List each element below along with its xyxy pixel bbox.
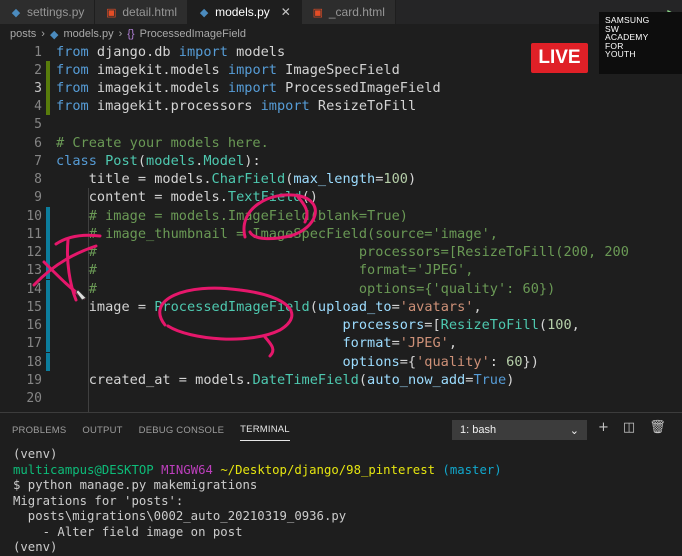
code-line: 6 # Create your models here.	[0, 134, 682, 152]
line-number: 17	[26, 335, 42, 351]
git-modified-marker	[46, 280, 50, 298]
code-line: 15 image = ProcessedImageField(upload_to…	[0, 298, 682, 316]
code-line: 8 title = models.CharField(max_length=10…	[0, 170, 682, 188]
git-modified-marker	[46, 334, 50, 352]
python-file-icon: ◆	[49, 28, 59, 41]
chevron-right-icon: ›	[41, 28, 45, 40]
line-number: 16	[26, 317, 42, 333]
code-line: 5	[0, 115, 682, 133]
add-icon[interactable]: +	[598, 420, 609, 435]
tab-label: _card.html	[328, 5, 385, 19]
html-file-icon: ▣	[106, 6, 117, 19]
breadcrumb: posts › ◆ models.py › {} ProcessedImageF…	[0, 24, 682, 44]
line-number: 9	[34, 189, 42, 205]
line-number: 7	[34, 153, 42, 169]
code-line: 19 created_at = models.DateTimeField(aut…	[0, 371, 682, 389]
code-line: 13 # format='JPEG',	[0, 261, 682, 279]
git-added-marker	[46, 97, 50, 115]
code-line: 11 # image_thumbnail = ImageSpecField(so…	[0, 225, 682, 243]
code-line: 12 # processors=[ResizeToFill(200, 200	[0, 243, 682, 261]
live-badge: LIVE	[531, 43, 588, 73]
panel-tabs: PROBLEMS OUTPUT DEBUG CONSOLE TERMINAL	[0, 419, 290, 441]
code-line: 7 class Post(models.Model):	[0, 152, 682, 170]
line-number: 8	[34, 171, 42, 187]
line-number: 6	[34, 135, 42, 151]
git-added-marker	[46, 79, 50, 97]
line-number: 2	[34, 62, 42, 78]
git-modified-marker	[46, 298, 50, 316]
chevron-right-icon: ›	[118, 28, 123, 40]
tab-models-py[interactable]: ◆ models.py ✕	[188, 0, 302, 24]
chevron-down-icon: ⌄	[569, 424, 579, 437]
tab-terminal[interactable]: TERMINAL	[240, 419, 290, 441]
terminal-output[interactable]: (venv) multicampus@DESKTOP MINGW64 ~/Des…	[13, 447, 502, 556]
line-number: 13	[26, 262, 42, 278]
code-line: 18 options={'quality': 60})	[0, 353, 682, 371]
code-editor[interactable]: 1 from django.db import models 2 from imag…	[0, 42, 682, 412]
code-line: 16 processors=[ResizeToFill(100,	[0, 316, 682, 334]
trash-icon[interactable]: 🗑	[649, 420, 666, 435]
split-icon[interactable]: ◫	[623, 420, 635, 435]
git-modified-marker	[46, 353, 50, 371]
tab-debug-console[interactable]: DEBUG CONSOLE	[139, 419, 224, 441]
line-number: 10	[26, 208, 42, 224]
line-number: 4	[34, 98, 42, 114]
line-number: 14	[26, 281, 42, 297]
git-modified-marker	[46, 225, 50, 243]
code-line: 17 format='JPEG',	[0, 334, 682, 352]
symbol-icon: {}	[127, 28, 135, 40]
python-file-icon: ◆	[199, 6, 209, 19]
code-line: 10 # image = models.ImageField(blank=Tru…	[0, 207, 682, 225]
git-modified-marker	[46, 207, 50, 225]
tab-label: models.py	[215, 5, 270, 19]
bottom-panel: PROBLEMS OUTPUT DEBUG CONSOLE TERMINAL 1…	[0, 412, 682, 554]
git-added-marker	[46, 61, 50, 79]
close-icon[interactable]: ✕	[281, 5, 291, 19]
git-modified-marker	[46, 316, 50, 334]
tab-output[interactable]: OUTPUT	[82, 419, 122, 441]
line-number: 15	[26, 299, 42, 315]
line-number: 20	[26, 390, 42, 406]
python-file-icon: ◆	[11, 6, 21, 19]
html-file-icon: ▣	[312, 6, 324, 19]
code-line: 4 from imagekit.processors import ResizeT…	[0, 97, 682, 115]
panel-actions: + ◫ 🗑	[598, 420, 666, 435]
tab-problems[interactable]: PROBLEMS	[12, 419, 66, 441]
code-line: 14 # options={'quality': 60})	[0, 280, 682, 298]
tab-settings-py[interactable]: ◆ settings.py	[0, 0, 96, 24]
breadcrumb-symbol[interactable]: ProcessedImageField	[140, 28, 246, 40]
tab-card-html[interactable]: ▣ _card.html	[301, 0, 396, 24]
code-line: 9 content = models.TextField()	[0, 188, 682, 206]
tab-detail-html[interactable]: ▣ detail.html	[95, 0, 189, 24]
line-number: 5	[34, 116, 42, 132]
breadcrumb-folder[interactable]: posts	[10, 28, 36, 40]
line-number: 3	[34, 80, 42, 96]
git-modified-marker	[46, 243, 50, 261]
tab-label: detail.html	[122, 5, 178, 19]
code-line: 3 from imagekit.models import ProcessedIm…	[0, 79, 682, 97]
git-modified-marker	[46, 261, 50, 279]
line-number: 11	[26, 226, 42, 242]
editor-tab-bar: ◆ settings.py ▣ detail.html ◆ models.py …	[0, 0, 682, 24]
line-number: 12	[26, 244, 42, 260]
line-number: 18	[26, 354, 42, 370]
line-number: 19	[26, 372, 42, 388]
brand-logo: SAMSUNG SW ACADEMY FOR YOUTH	[599, 12, 682, 74]
line-number: 1	[34, 44, 42, 60]
tab-label: settings.py	[27, 5, 85, 19]
terminal-select[interactable]: 1: bash ⌄	[452, 420, 587, 440]
breadcrumb-file[interactable]: models.py	[63, 28, 113, 40]
code-line: 20	[0, 389, 682, 407]
